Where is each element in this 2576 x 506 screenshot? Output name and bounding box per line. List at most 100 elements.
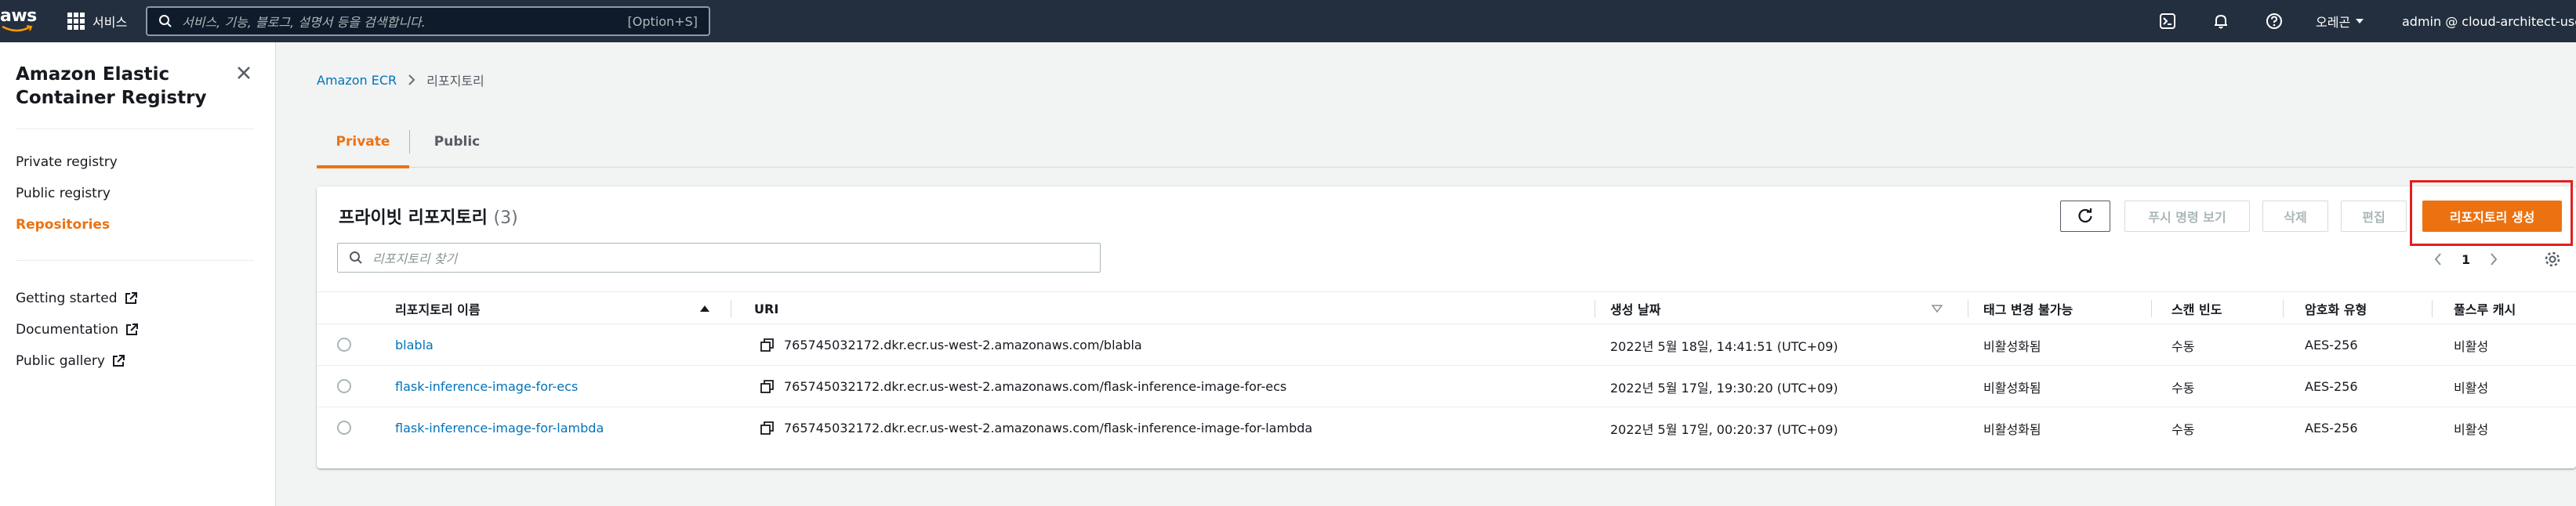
column-separator (2151, 300, 2152, 317)
edit-button[interactable]: 편집 (2341, 201, 2407, 232)
top-navigation: aws 서비스 서비스, 기능, 블로그, 설명서 등을 검색합니다. [Opt… (0, 0, 2576, 42)
refresh-icon (2078, 208, 2092, 223)
chevron-right-icon (408, 74, 415, 85)
sidebar-item-repositories[interactable]: Repositories (16, 217, 110, 233)
copy-icon[interactable] (760, 407, 775, 449)
sidebar-item-getting-started[interactable]: Getting started (16, 291, 138, 306)
account-label: admin @ cloud-architect-user1 (2402, 13, 2576, 29)
sidebar-item-public-gallery[interactable]: Public gallery (16, 353, 125, 369)
scan-frequency: 수동 (2171, 421, 2195, 437)
column-separator (2283, 300, 2284, 317)
table-settings[interactable] (2543, 249, 2562, 269)
cloudshell-icon[interactable] (2157, 11, 2178, 31)
copy-icon[interactable] (760, 366, 775, 407)
repository-search-input[interactable]: 리포지토리 찾기 (337, 243, 1101, 273)
sidebar-divider (16, 260, 254, 261)
services-label: 서비스 (93, 15, 128, 30)
table-row[interactable]: blabla 765745032172.dkr.ecr.us-west-2.am… (317, 324, 2576, 366)
aws-smile-icon (2, 25, 33, 32)
services-grid-icon (67, 13, 85, 30)
sidebar-item-documentation[interactable]: Documentation (16, 322, 139, 338)
breadcrumb: Amazon ECR 리포지토리 (317, 70, 484, 89)
pagination: 1 (2433, 249, 2498, 269)
global-search-placeholder: 서비스, 기능, 블로그, 설명서 등을 검색합니다. (182, 15, 426, 30)
aws-logo-text: aws (0, 6, 37, 26)
repository-name-link[interactable]: flask-inference-image-for-lambda (395, 407, 604, 449)
repository-name-link[interactable]: flask-inference-image-for-ecs (395, 366, 578, 407)
column-header-pull-through-cache[interactable]: 풀스루 캐시 (2454, 292, 2516, 325)
aws-logo[interactable]: aws (0, 5, 41, 36)
tag-immutability: 비활성화됨 (1983, 338, 2041, 354)
search-icon (159, 15, 172, 27)
row-select-radio[interactable] (337, 421, 351, 435)
column-header-scan-frequency[interactable]: 스캔 빈도 (2171, 292, 2222, 325)
column-header-name[interactable]: 리포지토리 이름 (395, 292, 481, 325)
sidebar: Amazon Elastic Container Registry Privat… (0, 42, 276, 506)
tag-immutability: 비활성화됨 (1983, 380, 2041, 396)
search-shortcut: [Option+S] (627, 13, 698, 29)
pull-through-cache: 비활성 (2454, 380, 2489, 396)
pull-through-cache: 비활성 (2454, 338, 2489, 354)
region-label: 오레곤 (2316, 15, 2351, 30)
caret-down-icon (2356, 19, 2364, 23)
scan-frequency: 수동 (2171, 338, 2195, 354)
table-row[interactable]: flask-inference-image-for-ecs 7657450321… (317, 366, 2576, 407)
help-icon[interactable] (2264, 11, 2284, 31)
gear-icon (2545, 251, 2560, 267)
pull-through-cache: 비활성 (2454, 421, 2489, 437)
encryption-type: AES-256 (2305, 421, 2358, 436)
created-at: 2022년 5월 17일, 19:30:20 (UTC+09) (1610, 380, 1838, 396)
refresh-button[interactable] (2060, 201, 2110, 232)
external-link-icon (125, 292, 137, 304)
registry-tabs: Private Public (317, 116, 2574, 168)
close-icon[interactable] (234, 63, 254, 83)
table-row[interactable]: flask-inference-image-for-lambda 7657450… (317, 407, 2576, 449)
sort-descending-icon[interactable] (1932, 305, 1943, 313)
table-header: 리포지토리 이름 URI 생성 날짜 태그 변경 불가능 스캔 빈도 암호화 유… (317, 291, 2576, 324)
panel-title: 프라이빗 리포지토리 (3) (339, 208, 518, 228)
external-link-icon (126, 323, 139, 335)
region-selector[interactable]: 오레곤 (2316, 11, 2364, 31)
row-select-radio[interactable] (337, 338, 351, 352)
tab-public[interactable]: Public (410, 116, 504, 168)
sort-ascending-icon[interactable] (699, 305, 710, 313)
breadcrumb-amazon-ecr[interactable]: Amazon ECR (317, 73, 397, 88)
column-header-tag-immutability[interactable]: 태그 변경 불가능 (1983, 292, 2073, 325)
scan-frequency: 수동 (2171, 380, 2195, 396)
breadcrumb-current: 리포지토리 (426, 74, 484, 89)
annotation-highlight-box (2410, 180, 2573, 246)
global-search[interactable]: 서비스, 기능, 블로그, 설명서 등을 검색합니다. [Option+S] (146, 6, 710, 36)
column-header-created-at[interactable]: 생성 날짜 (1610, 292, 1660, 325)
repository-name-link[interactable]: blabla (395, 324, 434, 366)
tab-private[interactable]: Private (317, 116, 409, 168)
repository-uri: 765745032172.dkr.ecr.us-west-2.amazonaws… (784, 338, 1142, 352)
copy-icon[interactable] (760, 324, 775, 366)
created-at: 2022년 5월 18일, 14:41:51 (UTC+09) (1610, 338, 1838, 354)
page-number[interactable]: 1 (2462, 252, 2470, 267)
account-menu[interactable]: admin @ cloud-architect-user1 (2402, 11, 2576, 31)
tag-immutability: 비활성화됨 (1983, 421, 2041, 437)
search-icon (350, 251, 362, 264)
row-select-radio[interactable] (337, 379, 351, 393)
column-separator (2432, 300, 2433, 317)
sidebar-divider (16, 128, 254, 129)
services-menu[interactable]: 서비스 (67, 11, 127, 31)
encryption-type: AES-256 (2305, 338, 2358, 352)
delete-button[interactable]: 삭제 (2262, 201, 2328, 232)
repository-uri: 765745032172.dkr.ecr.us-west-2.amazonaws… (784, 379, 1287, 394)
repository-count: (3) (493, 208, 518, 228)
repository-uri: 765745032172.dkr.ecr.us-west-2.amazonaws… (784, 421, 1313, 436)
sidebar-item-public-registry[interactable]: Public registry (16, 186, 111, 201)
repositories-panel: 프라이빗 리포지토리 (3) 푸시 명령 보기 삭제 편집 리포지토리 생성 리… (317, 186, 2576, 468)
column-header-uri[interactable]: URI (754, 292, 778, 325)
sidebar-title: Amazon Elastic Container Registry (16, 64, 207, 108)
external-link-icon (112, 355, 125, 367)
chevron-left-icon[interactable] (2433, 252, 2443, 266)
chevron-right-icon[interactable] (2489, 252, 2498, 266)
created-at: 2022년 5월 17일, 00:20:37 (UTC+09) (1610, 421, 1838, 437)
sidebar-item-private-registry[interactable]: Private registry (16, 154, 118, 170)
repository-search-placeholder: 리포지토리 찾기 (372, 251, 458, 266)
notifications-bell-icon[interactable] (2211, 11, 2231, 31)
column-header-encryption-type[interactable]: 암호화 유형 (2305, 292, 2367, 325)
view-push-commands-button[interactable]: 푸시 명령 보기 (2124, 201, 2250, 232)
